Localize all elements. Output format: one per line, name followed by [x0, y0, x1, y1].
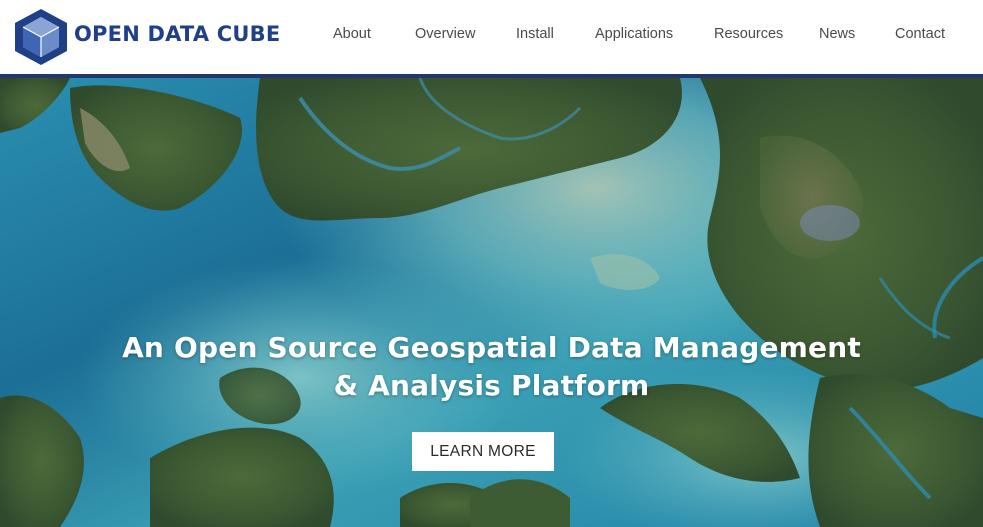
nav-item-applications[interactable]: Applications: [595, 26, 673, 42]
hero-banner: An Open Source Geospatial Data Managemen…: [0, 78, 983, 527]
learn-more-button[interactable]: LEARN MORE: [412, 432, 554, 471]
nav-item-contact[interactable]: Contact: [895, 26, 945, 42]
nav-item-news[interactable]: News: [819, 26, 855, 42]
hero-title-line-2: & Analysis Platform: [333, 369, 650, 402]
nav-item-about[interactable]: About: [333, 26, 371, 42]
hero-title-line-1: An Open Source Geospatial Data Managemen…: [122, 331, 861, 364]
cube-logo-icon[interactable]: [13, 8, 69, 66]
brand-name[interactable]: OPEN DATA CUBE: [74, 22, 280, 46]
site-header: OPEN DATA CUBE About Overview Install Ap…: [0, 0, 983, 74]
nav-item-install[interactable]: Install: [516, 26, 554, 42]
nav-item-overview[interactable]: Overview: [415, 26, 475, 42]
nav-item-resources[interactable]: Resources: [714, 26, 783, 42]
